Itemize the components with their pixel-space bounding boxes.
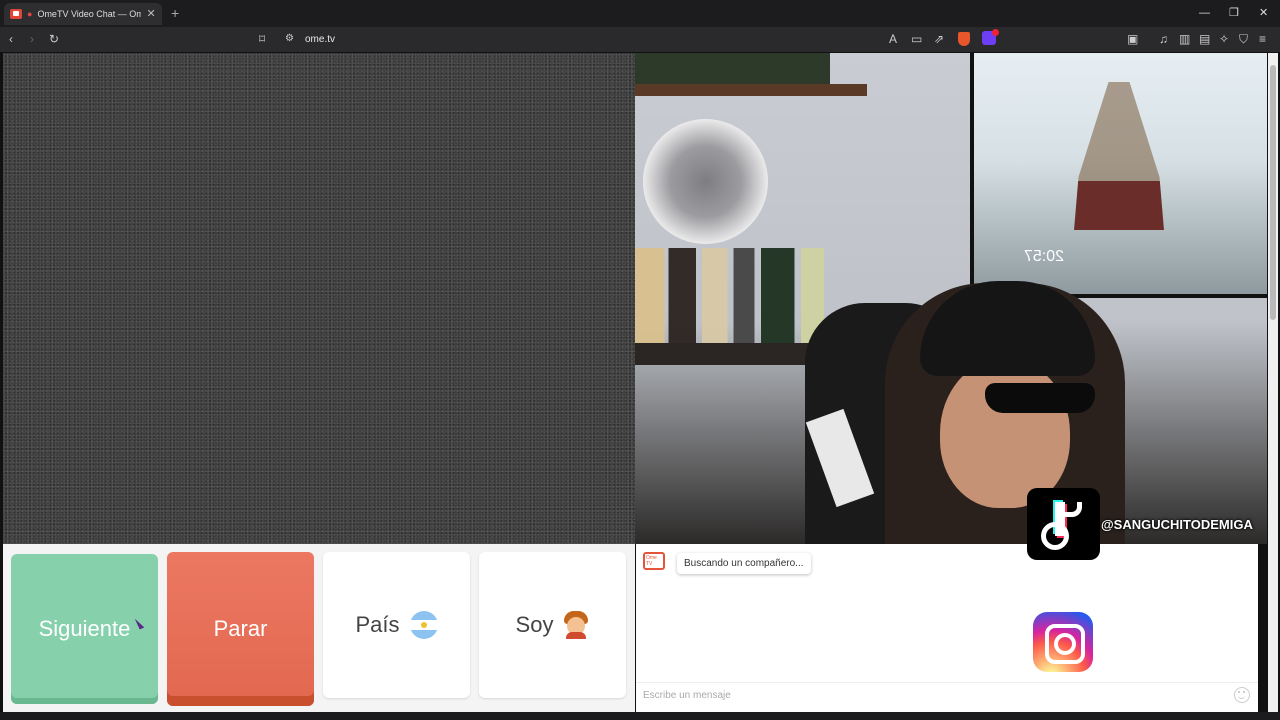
ometv-favicon-icon (10, 9, 22, 19)
remote-video-static (3, 53, 635, 544)
shelf-bottles (635, 53, 830, 85)
ometv-logo-icon (643, 552, 665, 570)
browser-toolbar: ‹ › ↻ ⌑ ⚙ ome.tv A ▭ ⇗ ▣ ♫ ▥ ▤ ✧ ⛉ ≡ (0, 27, 1280, 52)
translate-icon[interactable]: A (889, 32, 897, 46)
leo-ai-icon[interactable]: ✧ (1219, 32, 1229, 46)
window-bottom-border (0, 712, 1280, 720)
menu-icon[interactable]: ≡ (1259, 32, 1266, 46)
tab-close-icon[interactable]: ✕ (146, 8, 155, 20)
tv-screen: 20:57 (970, 53, 1267, 298)
local-camera-video: 20:57 (635, 53, 1267, 544)
vpn-icon[interactable]: ⛉ (1239, 32, 1248, 46)
gender-button-label: Soy (515, 612, 554, 637)
message-input[interactable] (636, 682, 1258, 708)
minimize-button[interactable]: — (1199, 6, 1210, 20)
browser-tabstrip: ● OmeTV Video Chat — Omeg ✕ + — ❐ ✕ (0, 0, 1280, 27)
chat-panel: Buscando un compañero... (636, 544, 1258, 712)
next-button-label: Siguiente (38, 616, 131, 641)
country-button[interactable]: País (323, 552, 470, 698)
tiktok-handle: @SANGUCHITODEMIGA (1101, 517, 1253, 532)
brave-rewards-icon[interactable] (982, 29, 999, 45)
boy-emoji-icon (563, 611, 589, 639)
reload-icon[interactable]: ↻ (49, 32, 59, 46)
new-tab-button[interactable]: + (171, 5, 179, 21)
tab-title: OmeTV Video Chat — Omeg (37, 9, 142, 19)
next-button[interactable]: Siguiente (11, 554, 158, 704)
browser-tab[interactable]: ● OmeTV Video Chat — Omeg ✕ (4, 3, 162, 25)
stop-button-label: Parar (213, 616, 268, 641)
site-info-icon[interactable]: ⚙ (285, 32, 294, 46)
argentina-flag-icon (409, 611, 438, 639)
address-bar[interactable]: ome.tv (305, 33, 335, 46)
stop-button[interactable]: Parar (167, 552, 314, 706)
moon-lamp (643, 119, 768, 244)
page-scrollbar[interactable] (1268, 53, 1278, 713)
tv-clock: 20:57 (1024, 248, 1065, 265)
audio-playing-icon[interactable]: ● (27, 9, 32, 19)
person-face (940, 358, 1070, 508)
status-message: Buscando un compañero... (677, 553, 811, 574)
bookmark-icon[interactable]: ⌑ (259, 32, 265, 46)
maximize-button[interactable]: ❐ (1229, 6, 1239, 20)
control-panel: Siguiente Parar País Soy (3, 544, 635, 712)
sailing-ship-image (1074, 63, 1164, 231)
share-icon[interactable]: ⇗ (934, 32, 944, 46)
close-window-button[interactable]: ✕ (1259, 6, 1268, 20)
tiktok-logo-icon (1027, 488, 1100, 560)
forward-icon[interactable]: › (30, 32, 34, 46)
instagram-logo-icon (1033, 612, 1093, 672)
emoji-picker-icon[interactable] (1234, 687, 1250, 703)
gender-button[interactable]: Soy (479, 552, 626, 698)
scrollbar-thumb[interactable] (1270, 65, 1276, 320)
wooden-shelf (635, 84, 867, 96)
screenshot-icon[interactable]: ▣ (1127, 32, 1138, 46)
brave-shield-icon[interactable] (958, 32, 970, 46)
country-button-label: País (355, 612, 400, 637)
back-icon[interactable]: ‹ (9, 32, 13, 46)
sunglasses (985, 383, 1095, 413)
sidebar-icon[interactable]: ▥ (1179, 32, 1190, 46)
media-icon[interactable]: ♫ (1159, 32, 1168, 46)
cast-icon[interactable]: ▭ (911, 32, 922, 46)
wallet-icon[interactable]: ▤ (1199, 32, 1210, 46)
